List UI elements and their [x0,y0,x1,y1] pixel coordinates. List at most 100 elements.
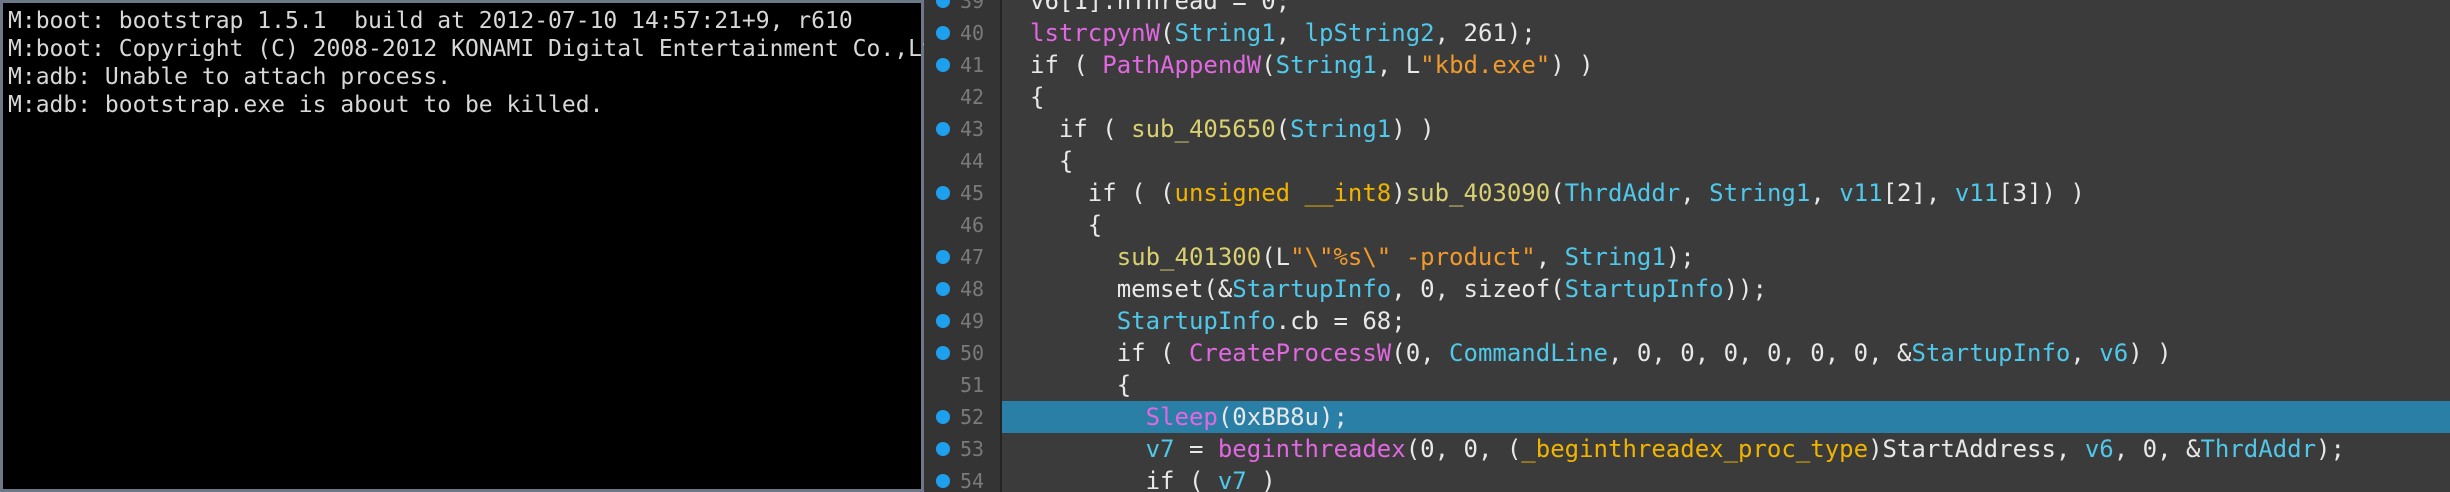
code-line[interactable]: 42 { [924,81,2450,113]
code-text: Sleep(0xBB8u); [1030,401,1348,433]
breakpoint-dot-icon[interactable] [936,410,950,424]
breakpoint-dot-icon[interactable] [936,0,950,8]
code-token: v6[1].hThread = 0; [1030,0,1291,15]
pseudocode-editor[interactable]: 39 v6[1].hThread = 0; 40 lstrcpynW(String1,… [924,0,2450,492]
code-line[interactable]: 52 Sleep(0xBB8u); [924,401,2450,433]
code-token: if ( [1030,339,1189,367]
code-token: String1 [1290,115,1392,143]
breakpoint-dot-icon[interactable] [936,346,950,360]
code-token: ) ) [2128,339,2172,367]
code-token: String1 [1564,243,1666,271]
breakpoint-dot-icon[interactable] [936,282,950,296]
code-token: sub_405650 [1131,115,1276,143]
code-token: ( [1550,179,1565,207]
code-text: if ( PathAppendW(String1, L"kbd.exe") ) [1030,49,1594,81]
line-number: 41 [960,53,985,77]
code-text: { [1030,81,1044,113]
code-line[interactable]: 39 v6[1].hThread = 0; [924,0,2450,17]
code-token: sub_401300 [1030,243,1262,271]
code-token: , 0, 0, 0, 0, 0, 0, & [1608,339,1912,367]
code-token: if ( ( [1030,179,1175,207]
breakpoint-dot-icon[interactable] [936,58,950,72]
code-line[interactable]: 51 { [924,369,2450,401]
breakpoint-dot-icon[interactable] [936,186,950,200]
code-token: ( [1261,51,1276,79]
code-text: v7 = beginthreadex(0, 0, (_beginthreadex… [1030,433,2345,465]
code-token: [2], [1882,179,1955,207]
code-token: CommandLine [1449,339,1608,367]
code-token: , [1275,19,1305,47]
code-text: { [1030,209,1102,241]
code-token: , 0, sizeof( [1391,275,1565,303]
code-line[interactable]: 53 v7 = beginthreadex(0, 0, (_beginthrea… [924,433,2450,465]
code-token: "kbd.exe" [1420,51,1551,79]
code-token: { [1030,147,1074,175]
line-number: 42 [960,85,985,109]
code-text: v6[1].hThread = 0; [1030,0,1290,17]
code-token: StartupInfo [1030,307,1276,335]
console-line: M:boot: bootstrap 1.5.1 build at 2012-07… [8,8,853,34]
code-line[interactable]: 45 if ( (unsigned __int8)sub_403090(Thrd… [924,177,2450,209]
code-text: sub_401300(L"\"%s\" -product", String1); [1030,241,1695,273]
code-token: ) ) [1391,115,1435,143]
code-token: PathAppendW [1102,51,1262,79]
code-token: ) [1391,179,1406,207]
code-token: v11 [1839,179,1883,207]
code-token: if ( [1030,51,1103,79]
code-token: ( [1275,115,1291,143]
code-token: CreateProcessW [1188,339,1392,367]
breakpoint-dot-icon[interactable] [936,250,950,264]
code-token: , 261); [1434,19,1536,47]
code-line[interactable]: 54 if ( v7 ) [924,465,2450,492]
line-number: 54 [960,469,985,492]
code-text: if ( (unsigned __int8)sub_403090(ThrdAdd… [1030,177,2085,209]
code-token: )StartAddress, [1868,435,2085,463]
code-line[interactable]: 50 if ( CreateProcessW(0, CommandLine, 0… [924,337,2450,369]
code-token: , [1680,179,1710,207]
code-line[interactable]: 40 lstrcpynW(String1, lpString2, 261); [924,17,2450,49]
console-line: M:adb: Unable to attach process. [8,64,452,90]
code-token: [3]) ) [1998,179,2085,207]
breakpoint-dot-icon[interactable] [936,474,950,488]
breakpoint-dot-icon[interactable] [936,26,950,40]
code-token: , 0, & [2113,435,2201,463]
breakpoint-dot-icon[interactable] [936,442,950,456]
code-text: { [1030,145,1073,177]
code-token: StartupInfo [1232,275,1392,303]
code-token: )); [1723,275,1767,303]
breakpoint-dot-icon[interactable] [936,314,950,328]
code-token: lstrcpynW [1030,19,1161,47]
code-line[interactable]: 44 { [924,145,2450,177]
line-number: 51 [960,373,985,397]
code-text: StartupInfo.cb = 68; [1030,305,1406,337]
code-token: (0, [1391,339,1450,367]
code-token: ThrdAddr [2200,435,2317,463]
code-text: { [1030,369,1131,401]
code-token: "\"%s\" -product" [1290,243,1536,271]
code-line[interactable]: 49 StartupInfo.cb = 68; [924,305,2450,337]
code-token: (L [1261,243,1291,271]
breakpoint-dot-icon[interactable] [936,122,950,136]
code-token: sub_403090 [1405,179,1551,207]
code-line[interactable]: 43 if ( sub_405650(String1) ) [924,113,2450,145]
code-token: StartupInfo [1911,339,2071,367]
line-number: 47 [960,245,985,269]
code-token: { [1030,371,1132,399]
code-line[interactable]: 46 { [924,209,2450,241]
console-window[interactable]: M:boot: bootstrap 1.5.1 build at 2012-07… [0,0,963,492]
line-number: 50 [960,341,985,365]
code-token: .cb = 68; [1275,307,1406,335]
line-number: 52 [960,405,985,429]
code-token: { [1030,83,1045,111]
code-token: Sleep [1030,403,1218,431]
code-token: (0, 0, ( [1405,435,1522,463]
code-token: = [1174,435,1218,463]
code-token: ) ) [1550,51,1594,79]
code-line[interactable]: 48 memset(&StartupInfo, 0, sizeof(Startu… [924,273,2450,305]
code-token: v7 [1217,467,1247,492]
code-line[interactable]: 41 if ( PathAppendW(String1, L"kbd.exe") … [924,49,2450,81]
code-token: v7 [1030,435,1175,463]
line-number: 53 [960,437,985,461]
code-line[interactable]: 47 sub_401300(L"\"%s\" -product", String… [924,241,2450,273]
code-token: ( [1160,19,1175,47]
